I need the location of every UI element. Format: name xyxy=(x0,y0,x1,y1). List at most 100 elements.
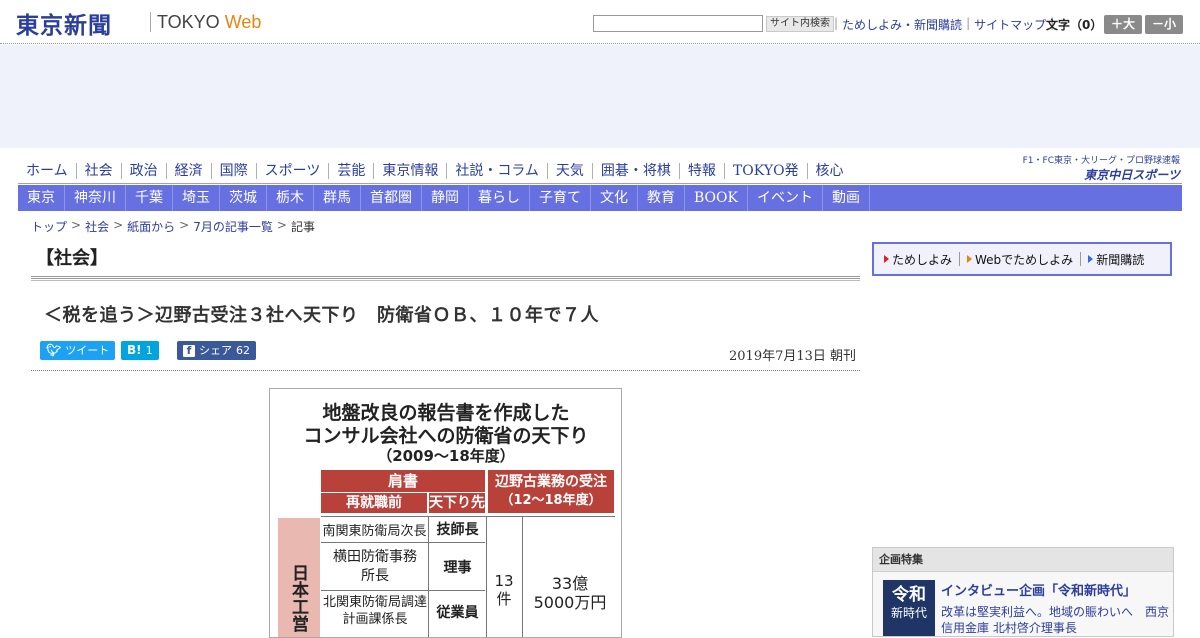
main-nav: ホーム 社会 政治 経済 国際 スポーツ 芸能 東京情報 社説・コラム 天気 囲… xyxy=(18,158,848,184)
header-links: | ためしよみ・新聞購読 | サイトマップ | xyxy=(834,16,1054,33)
row1-prev: 南関東防衛局次長 xyxy=(322,524,427,539)
facebook-share-count: 62 xyxy=(236,344,250,357)
reiwa-badge-subtitle: 新時代 xyxy=(890,606,927,620)
site-logo[interactable]: 東京新聞 xyxy=(16,6,112,40)
nav-special-report[interactable]: 特報 xyxy=(680,163,725,179)
breadcrumb-separator: > xyxy=(276,218,287,232)
arrow-right-icon xyxy=(884,255,889,263)
breadcrumb-top[interactable]: トップ xyxy=(31,218,67,235)
subnav-saitama[interactable]: 埼玉 xyxy=(173,185,220,211)
subnav-parenting[interactable]: 子育て xyxy=(530,185,591,211)
grid-line xyxy=(321,542,485,543)
web-trial-button[interactable]: Webでためしよみ xyxy=(967,251,1073,268)
nav-economy[interactable]: 経済 xyxy=(167,163,212,179)
nav-sports[interactable]: スポーツ xyxy=(257,163,330,179)
subnav-living[interactable]: 暮らし xyxy=(469,185,530,211)
arrow-right-icon xyxy=(967,255,973,263)
header-link-separator: | xyxy=(834,16,839,30)
logo-web-text: Web xyxy=(224,12,262,32)
order-amount: 33億 5000万円 xyxy=(525,574,615,612)
subnav-event[interactable]: イベント xyxy=(748,185,823,211)
subnav-ibaraki[interactable]: 茨城 xyxy=(220,185,267,211)
tweet-button[interactable]: 🐦︎ ツイート xyxy=(40,341,116,360)
row2-dest: 理事 xyxy=(443,560,472,576)
search-input[interactable] xyxy=(593,15,763,32)
tokyo-web-logo[interactable]: TOKYO Web xyxy=(157,12,261,33)
order-amount-oku: 33億 xyxy=(551,574,589,593)
subnav-shizuoka[interactable]: 静岡 xyxy=(422,185,469,211)
site-header: 東京新聞 TOKYO Web サイト内検索 | ためしよみ・新聞購読 | サイト… xyxy=(0,0,1200,44)
nav-go-shogi[interactable]: 囲碁・将棋 xyxy=(593,163,680,179)
arrow-right-icon xyxy=(1088,255,1094,263)
figure-title-line2: コンサル会社への防衛省の天下り xyxy=(303,425,589,447)
nav-entertainment[interactable]: 芸能 xyxy=(329,163,375,179)
nav-society[interactable]: 社会 xyxy=(77,163,122,179)
hatena-icon: B! xyxy=(127,343,142,357)
tweet-label: ツイート xyxy=(65,344,110,357)
nav-weather[interactable]: 天気 xyxy=(548,163,593,179)
special-feature-description[interactable]: 改革は堅実利益へ。地域の賑わいへ 西京信用金庫 北村啓介理事長 xyxy=(941,604,1169,636)
subscribe-button[interactable]: 新聞購読 xyxy=(1088,251,1144,268)
subnav-tokyo[interactable]: 東京 xyxy=(18,185,65,211)
grid-line xyxy=(321,590,485,591)
breadcrumb-separator: > xyxy=(113,218,124,232)
article-date: 2019年7月13日 朝刊 xyxy=(729,349,857,364)
font-decrease-button[interactable]: －小 xyxy=(1145,15,1183,34)
nav-kakushin[interactable]: 核心 xyxy=(808,163,852,179)
search-button[interactable]: サイト内検索 xyxy=(766,16,834,32)
breadcrumb-july-list[interactable]: 7月の記事一覧 xyxy=(193,218,273,235)
header-prev-position: 再就職前 xyxy=(321,493,427,513)
article-divider xyxy=(31,370,860,371)
grid-line xyxy=(522,516,523,637)
logo-tokyo-text: TOKYO xyxy=(157,12,220,32)
special-feature-heading: 企画特集 xyxy=(873,548,1173,572)
special-feature-box: 企画特集 令和 新時代 インタビュー企画「令和新時代」 改革は堅実利益へ。地域の… xyxy=(872,547,1174,637)
button-separator xyxy=(959,252,961,266)
subnav-book[interactable]: BOOK xyxy=(685,185,748,211)
subscribe-label: 新聞購読 xyxy=(1096,252,1145,267)
nav-politics[interactable]: 政治 xyxy=(122,163,167,179)
hatena-bookmark-button[interactable]: B! 1 xyxy=(121,341,159,360)
nav-divider xyxy=(18,183,1182,184)
sports-link-subtitle: F1・FC東京・大リーグ・プロ野球速報 xyxy=(1022,156,1180,166)
row3-dest: 従業員 xyxy=(436,605,479,621)
header-link-separator: | xyxy=(966,16,971,30)
article-figure[interactable]: 地盤改良の報告書を作成した コンサル会社への防衛省の天下り （2009～18年度… xyxy=(269,388,622,638)
breadcrumb-separator: > xyxy=(71,218,82,232)
subnav-shutoken[interactable]: 首都圏 xyxy=(361,185,422,211)
nav-home[interactable]: ホーム xyxy=(18,163,77,179)
row1-dest: 技師長 xyxy=(436,522,479,538)
subscription-buttons: ためしよみ Webでためしよみ 新聞購読 xyxy=(872,242,1172,276)
subnav-kanagawa[interactable]: 神奈川 xyxy=(65,185,126,211)
subnav-chiba[interactable]: 千葉 xyxy=(126,185,173,211)
subnav-video[interactable]: 動画 xyxy=(823,185,870,211)
nav-tokyo-info[interactable]: 東京情報 xyxy=(374,163,448,179)
sitemap-link[interactable]: サイトマップ xyxy=(974,16,1046,33)
breadcrumb-society[interactable]: 社会 xyxy=(85,218,109,235)
section-heading: 【社会】 xyxy=(36,248,108,269)
web-trial-label: Webでためしよみ xyxy=(975,252,1074,267)
nav-tokyo-hatsu[interactable]: TOKYO発 xyxy=(725,163,808,179)
twitter-icon: 🐦︎ xyxy=(46,343,62,357)
nav-editorial[interactable]: 社説・コラム xyxy=(447,163,548,179)
subnav-education[interactable]: 教育 xyxy=(638,185,685,211)
tochu-sports-link[interactable]: F1・FC東京・大リーグ・プロ野球速報 東京中日スポーツ xyxy=(1015,153,1180,182)
breadcrumb-print[interactable]: 紙面から xyxy=(127,218,175,235)
header-destination: 天下り先 xyxy=(429,493,485,513)
subnav-gunma[interactable]: 群馬 xyxy=(314,185,361,211)
facebook-icon: f xyxy=(183,344,195,357)
logo-divider xyxy=(150,12,151,32)
order-amount-man: 5000万円 xyxy=(533,593,607,612)
reiwa-badge[interactable]: 令和 新時代 xyxy=(883,580,935,636)
special-feature-title[interactable]: インタビュー企画「令和新時代」 xyxy=(941,580,1136,599)
trial-reading-button[interactable]: ためしよみ xyxy=(884,251,952,268)
trial-subscribe-link[interactable]: ためしよみ・新聞購読 xyxy=(842,16,962,33)
breadcrumb-current: 記事 xyxy=(290,220,315,234)
subnav-tochigi[interactable]: 栃木 xyxy=(267,185,314,211)
facebook-share-button[interactable]: f シェア 62 xyxy=(177,341,256,360)
header-orders-title: 辺野古業務の受注 xyxy=(495,474,607,490)
subnav-culture[interactable]: 文化 xyxy=(591,185,638,211)
nav-international[interactable]: 国際 xyxy=(212,163,257,179)
header-orders-period: （12～18年度） xyxy=(500,493,602,508)
font-increase-button[interactable]: ＋大 xyxy=(1104,15,1142,34)
